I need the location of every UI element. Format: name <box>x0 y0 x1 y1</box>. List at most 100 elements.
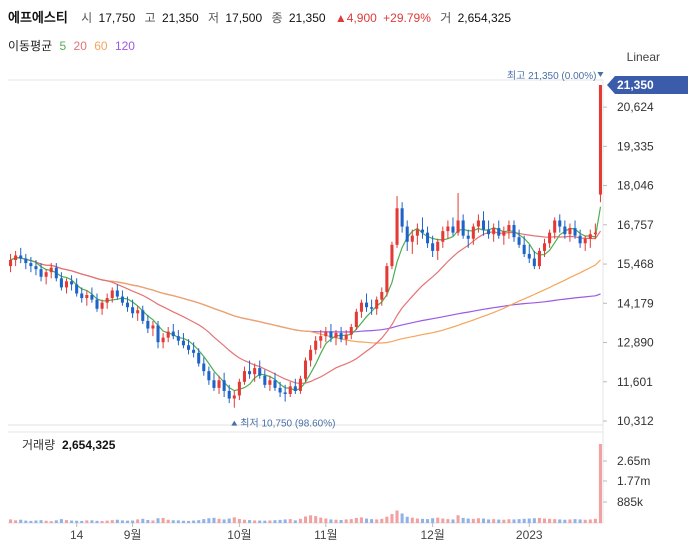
volume-bar <box>242 519 246 523</box>
price-chart[interactable]: 20,624 19,335 18,046 16,757 15,468 14,179 12,8… <box>0 0 692 555</box>
candle-body <box>502 231 506 236</box>
candle-body <box>100 302 104 309</box>
volume-bar <box>563 519 567 523</box>
volume-bar <box>100 521 104 523</box>
volume-bar <box>192 520 196 523</box>
volume-bar <box>451 519 455 523</box>
candle-body <box>75 284 79 294</box>
volume-bar <box>95 520 99 523</box>
candle-body <box>588 234 592 239</box>
volume-bar <box>131 520 135 523</box>
volume-bar <box>324 518 328 523</box>
volume-bar <box>446 519 450 523</box>
candle-body <box>349 327 353 335</box>
candle-body <box>105 298 109 303</box>
candle-body <box>59 278 63 288</box>
candle-body <box>365 302 369 308</box>
volume-bar <box>456 515 460 523</box>
price-tick-label: 19,335 <box>617 139 654 153</box>
volume-bar <box>151 520 155 523</box>
candle-body <box>548 232 552 244</box>
volume-bar <box>64 520 69 523</box>
volume-bar <box>278 519 282 523</box>
candle-body <box>476 220 480 227</box>
price-tick-label: 15,468 <box>617 257 654 271</box>
candle-body <box>283 392 287 394</box>
volume-bar <box>105 520 109 523</box>
candle-body <box>136 310 140 314</box>
candle-body <box>553 220 557 233</box>
volume-bar <box>59 519 63 523</box>
volume-bar <box>441 518 445 523</box>
volume-bar <box>588 519 592 523</box>
candle-body <box>375 299 379 309</box>
x-tick-label: 12월 <box>420 528 444 542</box>
volume-bar <box>395 510 399 523</box>
x-tick-label: 9월 <box>124 528 142 542</box>
volume-bar <box>476 518 480 523</box>
volume-bar <box>217 518 221 523</box>
candle-body <box>380 291 384 300</box>
candle-body <box>334 333 338 338</box>
volume-bar <box>420 518 424 523</box>
volume-bar <box>578 519 582 523</box>
volume-bar <box>9 519 13 523</box>
volume-bar <box>598 444 602 523</box>
candle-body <box>507 225 511 232</box>
volume-bar <box>349 519 353 523</box>
candle-body <box>70 281 74 285</box>
candle-body <box>298 378 302 391</box>
volume-bar <box>181 520 185 523</box>
candle-body <box>324 331 328 337</box>
candle-body <box>456 220 460 233</box>
candle-body <box>573 228 577 236</box>
volume-bar <box>248 520 252 523</box>
candle-body <box>466 235 470 239</box>
volume-bar <box>222 519 226 523</box>
candle-body <box>49 267 53 273</box>
volume-bar <box>410 517 414 523</box>
volume-bar <box>385 516 389 523</box>
volume-bar <box>80 520 84 523</box>
candle-body <box>288 386 292 394</box>
volume-bar <box>110 520 114 523</box>
volume-bar <box>492 519 496 523</box>
candle-body <box>197 352 201 364</box>
volume-bar <box>283 519 287 523</box>
candle-body <box>29 263 33 267</box>
candle-body <box>517 237 521 245</box>
volume-bar <box>573 519 577 523</box>
volume-bar <box>85 520 89 523</box>
volume-bar <box>258 520 262 523</box>
volume-tick-label: 1.77m <box>617 474 650 488</box>
x-tick-label: 10월 <box>227 528 251 542</box>
candle-body <box>436 241 440 251</box>
volume-bar <box>542 518 547 523</box>
volume-bar <box>553 519 557 523</box>
candle-body <box>441 231 445 242</box>
price-tick-label: 14,179 <box>617 296 654 310</box>
candle-body <box>207 371 211 381</box>
candle-body <box>278 387 282 393</box>
candle-body <box>598 85 602 195</box>
high-marker-arrow <box>597 72 604 77</box>
volume-bar <box>19 519 23 523</box>
candle-body <box>370 307 374 309</box>
volume-bar <box>400 513 404 523</box>
candle-body <box>237 381 241 396</box>
volume-bar <box>471 518 475 523</box>
volume-bar <box>344 519 348 523</box>
volume-bar <box>161 517 165 523</box>
candle-body <box>120 296 124 303</box>
volume-bar <box>263 520 267 523</box>
volume-bar <box>537 517 541 523</box>
candle-body <box>161 337 165 343</box>
candle-body <box>54 267 58 279</box>
volume-bar <box>502 519 506 523</box>
volume-bar <box>319 517 323 523</box>
volume-bar <box>390 514 394 523</box>
candle-body <box>395 208 399 245</box>
x-tick-label: 14 <box>70 528 84 542</box>
candle-body <box>593 232 597 235</box>
volume-bar <box>497 519 501 523</box>
